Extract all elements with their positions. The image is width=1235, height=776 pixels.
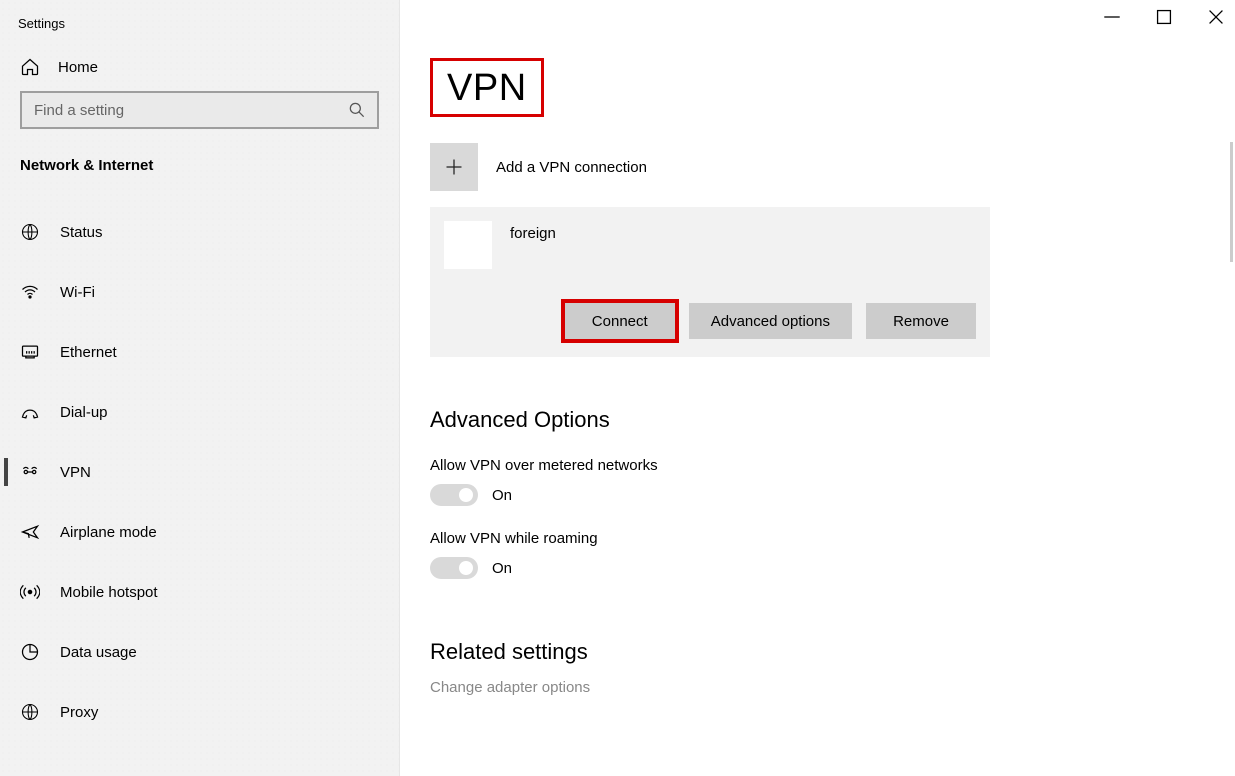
sidebar-item-label: Airplane mode [60,524,157,541]
scrollbar[interactable] [1230,142,1233,262]
sidebar-item-ethernet[interactable]: Ethernet [0,322,399,382]
main-content: VPN Add a VPN connection foreign Connect… [400,0,1235,776]
metered-toggle-state: On [492,487,512,504]
app-title: Settings [0,10,399,43]
add-vpn-label: Add a VPN connection [496,159,647,176]
sidebar-home[interactable]: Home [0,43,399,91]
add-vpn-connection[interactable]: Add a VPN connection [430,143,1235,191]
related-settings-heading: Related settings [430,639,1235,665]
sidebar-item-label: Data usage [60,644,137,661]
sidebar-item-dialup[interactable]: Dial-up [0,382,399,442]
sidebar-item-label: Mobile hotspot [60,584,158,601]
vpn-icon [20,462,40,482]
metered-toggle[interactable] [430,484,478,506]
hotspot-icon [20,582,40,602]
remove-button[interactable]: Remove [866,303,976,339]
sidebar-item-vpn[interactable]: VPN [0,442,399,502]
sidebar-item-label: Status [60,224,103,241]
roaming-toggle-state: On [492,560,512,577]
sidebar-item-datausage[interactable]: Data usage [0,622,399,682]
page-title-highlight: VPN [430,58,544,117]
plus-icon [430,143,478,191]
page-title: VPN [447,67,527,110]
advanced-options-heading: Advanced Options [430,407,1235,433]
sidebar-category: Network & Internet [0,129,399,184]
sidebar-item-airplane[interactable]: Airplane mode [0,502,399,562]
wifi-icon [20,282,40,302]
status-icon [20,222,40,242]
connect-button[interactable]: Connect [565,303,675,339]
roaming-toggle[interactable] [430,557,478,579]
home-icon [20,57,40,77]
sidebar-item-label: Ethernet [60,344,117,361]
sidebar-item-label: VPN [60,464,91,481]
change-adapter-options-link[interactable]: Change adapter options [430,679,1235,696]
sidebar-item-label: Wi-Fi [60,284,95,301]
search-input[interactable] [32,101,347,120]
sidebar-item-hotspot[interactable]: Mobile hotspot [0,562,399,622]
metered-toggle-label: Allow VPN over metered networks [430,457,1235,474]
vpn-connection-icon [444,221,492,269]
sidebar-item-proxy[interactable]: Proxy [0,682,399,742]
dialup-icon [20,402,40,422]
search-icon [347,100,367,120]
sidebar-item-wifi[interactable]: Wi-Fi [0,262,399,322]
ethernet-icon [20,342,40,362]
roaming-toggle-label: Allow VPN while roaming [430,530,1235,547]
vpn-connection-name: foreign [510,221,556,242]
maximize-button[interactable] [1155,8,1173,26]
datausage-icon [20,642,40,662]
sidebar-item-label: Proxy [60,704,98,721]
sidebar-item-label: Dial-up [60,404,108,421]
airplane-icon [20,522,40,542]
sidebar-item-status[interactable]: Status [0,202,399,262]
sidebar-home-label: Home [58,59,98,76]
advanced-options-button[interactable]: Advanced options [689,303,852,339]
vpn-connection-card: foreign Connect Advanced options Remove [430,207,990,357]
search-box[interactable] [20,91,379,129]
minimize-button[interactable] [1103,8,1121,26]
sidebar: Settings Home Network & Internet Status [0,0,400,776]
proxy-icon [20,702,40,722]
close-button[interactable] [1207,8,1225,26]
